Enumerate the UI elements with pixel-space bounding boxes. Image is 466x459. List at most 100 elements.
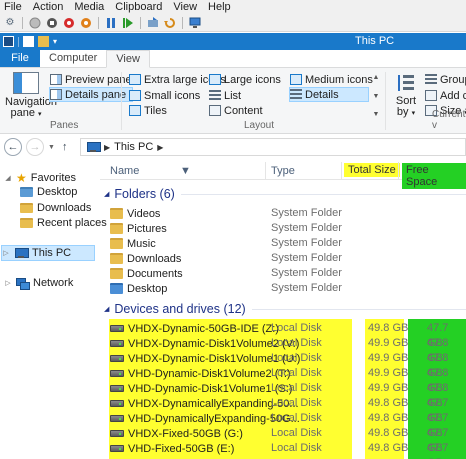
local-disk-icon — [110, 400, 124, 407]
table-row[interactable]: VHD-Dynamic-Disk1Volume2 (T:) Local Disk… — [100, 366, 466, 394]
table-row[interactable]: VHD-DynamicallyExpanding-50G... Local Di… — [100, 411, 466, 439]
menu-view[interactable]: View — [173, 1, 197, 13]
preview-pane-button[interactable]: Preview pane — [50, 72, 132, 87]
folder-type: System Folder — [271, 282, 342, 294]
nav-desktop[interactable]: Desktop — [20, 184, 77, 200]
back-arrow-icon[interactable]: ← — [4, 138, 22, 156]
turn-off-icon[interactable] — [45, 16, 59, 30]
folder-type: System Folder — [271, 207, 342, 219]
sort-by-button[interactable]: Sort by ▾ — [393, 73, 419, 119]
layout-gallery-scroller[interactable]: ▲ ▼ ▼ — [372, 74, 380, 118]
drive-free-space: 47.7 GB — [427, 397, 449, 424]
tab-view[interactable]: View — [106, 50, 150, 68]
chevron-down-icon[interactable]: ▼ — [373, 93, 380, 100]
list-item[interactable]: Downloads System Folder — [100, 251, 466, 266]
column-free-space[interactable]: Free Space — [402, 163, 466, 189]
nav-this-pc[interactable]: ▷ This PC — [1, 245, 95, 261]
folders-group-header[interactable]: ◢ Folders (6) — [100, 187, 466, 201]
collapse-triangle-icon[interactable]: ◢ — [4, 174, 12, 182]
menu-action[interactable]: Action — [33, 1, 64, 13]
tab-computer[interactable]: Computer — [40, 49, 106, 67]
address-bar[interactable]: ▶ This PC ▶ — [80, 138, 466, 156]
list-item[interactable]: Documents System Folder — [100, 266, 466, 281]
toolbar-divider — [182, 16, 183, 29]
large-icons-button[interactable]: Large icons — [209, 72, 281, 87]
column-type[interactable]: Type — [271, 165, 295, 177]
expand-triangle-icon[interactable]: ▷ — [4, 279, 12, 287]
add-columns-button[interactable]: Add co — [425, 88, 466, 103]
local-disk-icon — [110, 385, 124, 392]
table-row[interactable]: VHDX-Dynamic-Disk1Volume2 (V:) Local Dis… — [100, 336, 466, 364]
list-view-button[interactable]: List — [209, 88, 241, 103]
enhanced-session-icon[interactable] — [188, 16, 202, 30]
table-row[interactable]: VHDX-Dynamic-50GB-IDE (Z:) Local Disk 49… — [100, 321, 466, 349]
small-icons-button[interactable]: Small icons — [129, 88, 200, 103]
nav-network[interactable]: ▷ Network — [4, 275, 73, 291]
new-folder-icon[interactable] — [38, 36, 49, 47]
list-item[interactable]: Pictures System Folder — [100, 221, 466, 236]
pause-icon[interactable] — [104, 16, 118, 30]
local-disk-icon — [110, 370, 124, 377]
column-total-size[interactable]: Total Size — [344, 163, 400, 177]
reset-icon[interactable] — [146, 16, 160, 30]
nav-downloads[interactable]: Downloads — [20, 200, 91, 216]
folder-type: System Folder — [271, 252, 342, 264]
chevron-up-icon[interactable]: ▲ — [373, 74, 380, 81]
content-view-button[interactable]: Content — [209, 103, 263, 118]
list-item[interactable]: Desktop System Folder — [100, 281, 466, 296]
navigation-pane-button[interactable]: Navigation pane ▾ — [5, 72, 57, 120]
menu-media[interactable]: Media — [74, 1, 104, 13]
nav-recent-places-label: Recent places — [37, 217, 107, 229]
revert-icon[interactable] — [163, 16, 177, 30]
column-divider[interactable] — [341, 162, 342, 179]
tiles-button[interactable]: Tiles — [129, 103, 167, 118]
this-pc-window-icon[interactable] — [3, 36, 14, 47]
column-divider[interactable] — [265, 162, 266, 179]
group-divider-line — [251, 308, 466, 310]
toolbar-divider — [140, 16, 141, 29]
save-icon[interactable] — [79, 16, 93, 30]
table-row[interactable]: VHDX-Fixed-50GB (G:) Local Disk 49.8 GB … — [100, 426, 466, 454]
collapse-chevron-icon[interactable]: ◢ — [104, 190, 109, 198]
more-icon[interactable]: ▼ — [373, 111, 380, 118]
expand-triangle-icon[interactable]: ▷ — [2, 249, 10, 257]
column-divider[interactable] — [398, 162, 399, 179]
table-row[interactable]: VHDX-Dynamic-Disk1Volume1 (U:) Local Dis… — [100, 351, 466, 379]
details-view-button[interactable]: Details — [289, 87, 369, 102]
drive-name: VHDX-Dynamic-50GB-IDE (Z:) — [128, 322, 279, 335]
drives-group-header[interactable]: ◢ Devices and drives (12) — [100, 302, 466, 316]
drive-free-space: 47.7 GB — [427, 412, 449, 439]
menu-clipboard[interactable]: Clipboard — [115, 1, 162, 13]
drive-free-space: 47.8 GB — [427, 367, 449, 394]
breadcrumb-chevron-icon[interactable]: ▶ — [104, 143, 110, 152]
table-row[interactable]: VHD-Fixed-50GB (E:) Local Disk 49.8 GB 4… — [100, 441, 466, 459]
breadcrumb-this-pc[interactable]: This PC — [114, 141, 153, 153]
details-pane-label: Details pane — [65, 88, 127, 101]
small-icons-label: Small icons — [144, 89, 201, 102]
navigation-pane: ◢ ★ Favorites Desktop Downloads Recent p… — [0, 162, 107, 459]
column-name[interactable]: Name — [110, 165, 139, 177]
table-row[interactable]: VHD-Dynamic-Disk1Volume1 (S:) Local Disk… — [100, 381, 466, 409]
qat-customize-icon[interactable]: ▾ — [53, 37, 57, 46]
up-arrow-icon[interactable]: ↑ — [62, 141, 68, 153]
shutdown-icon[interactable] — [62, 16, 76, 30]
recent-locations-chevron-icon[interactable]: ▼ — [48, 144, 55, 151]
tab-file[interactable]: File — [0, 49, 40, 67]
forward-arrow-icon[interactable]: → — [26, 138, 44, 156]
menu-help[interactable]: Help — [208, 1, 231, 13]
content-icon — [209, 105, 221, 116]
medium-icons-button[interactable]: Medium icons — [290, 72, 373, 87]
list-item[interactable]: Videos System Folder — [100, 206, 466, 221]
table-row[interactable]: VHDX-DynamicallyExpanding-50... Local Di… — [100, 396, 466, 424]
breadcrumb-chevron-icon[interactable]: ▶ — [157, 143, 163, 152]
resume-icon[interactable] — [121, 16, 135, 30]
list-item[interactable]: Music System Folder — [100, 236, 466, 251]
collapse-chevron-icon[interactable]: ◢ — [104, 305, 109, 313]
nav-recent-places[interactable]: Recent places — [20, 215, 107, 231]
menu-file[interactable]: File — [4, 1, 22, 13]
drive-total-size: 49.8 GB — [368, 322, 409, 334]
ctrl-alt-del-icon[interactable]: ⚙ — [3, 16, 17, 30]
group-by-button[interactable]: Group — [425, 72, 466, 87]
start-icon[interactable] — [28, 16, 42, 30]
properties-icon[interactable] — [23, 36, 34, 47]
